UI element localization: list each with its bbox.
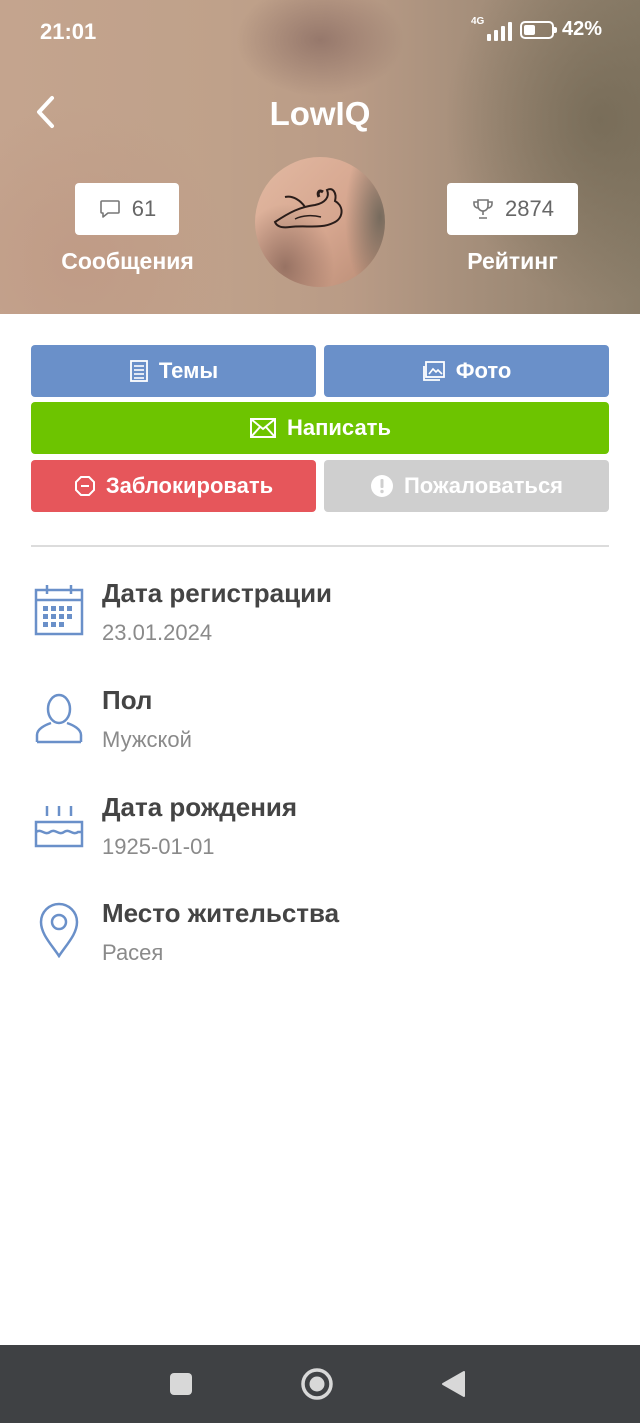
triangle-back-icon xyxy=(442,1371,465,1397)
avatar[interactable] xyxy=(255,157,385,287)
signal-icon: 4G xyxy=(470,15,512,41)
write-message-button[interactable]: Написать xyxy=(31,402,609,454)
trophy-icon xyxy=(473,199,493,219)
cake-icon xyxy=(34,806,84,848)
battery-icon xyxy=(519,20,557,39)
rating-button[interactable]: 2874 xyxy=(447,183,578,235)
photo-button[interactable]: Фото xyxy=(324,345,609,397)
registration-date-value: 23.01.2024 xyxy=(102,620,213,645)
home-button[interactable] xyxy=(300,1367,334,1406)
image-icon xyxy=(422,361,445,381)
user-icon xyxy=(35,693,83,744)
stop-octagon-icon xyxy=(74,476,95,496)
status-icons: 4G 42% xyxy=(470,15,602,41)
rating-value: 2874 xyxy=(505,196,554,221)
topics-button[interactable]: Темы xyxy=(31,345,316,397)
home-circle-icon xyxy=(301,1368,333,1400)
calendar-icon xyxy=(34,585,84,636)
messages-count-button[interactable]: 61 xyxy=(75,183,179,235)
comment-icon xyxy=(99,200,120,218)
status-bar: 21:01 4G 42% xyxy=(0,0,640,64)
network-type: 4G xyxy=(470,15,485,27)
messages-label: Сообщения xyxy=(61,248,194,274)
topics-label: Темы xyxy=(158,358,219,383)
report-button[interactable]: Пожаловаться xyxy=(324,460,609,512)
navigation-bar xyxy=(0,1345,640,1423)
info-row-registration: Дата регистрации 23.01.2024 xyxy=(31,578,609,668)
birthdate-label: Дата рождения xyxy=(102,792,298,822)
divider xyxy=(31,545,609,547)
exclamation-circle-icon xyxy=(370,475,393,497)
report-label: Пожаловаться xyxy=(403,473,564,498)
messages-count: 61 xyxy=(131,196,157,221)
battery-percent: 42% xyxy=(561,18,602,40)
gender-value: Мужской xyxy=(102,727,192,752)
location-label: Место жительства xyxy=(102,898,340,928)
birthdate-value: 1925-01-01 xyxy=(102,834,215,859)
page-title: LowIQ xyxy=(269,95,371,132)
block-label: Заблокировать xyxy=(105,473,274,498)
status-time: 21:01 xyxy=(40,19,97,44)
location-value: Расея xyxy=(102,940,164,965)
info-row-gender: Пол Мужской xyxy=(31,685,609,775)
document-icon xyxy=(129,360,148,382)
recents-button[interactable] xyxy=(168,1371,194,1402)
envelope-icon xyxy=(250,418,276,438)
rating-label: Рейтинг xyxy=(467,248,558,274)
back-nav-button[interactable] xyxy=(440,1370,466,1403)
registration-date-label: Дата регистрации xyxy=(102,578,333,608)
block-button[interactable]: Заблокировать xyxy=(31,460,316,512)
profile-header: 21:01 4G 42% LowIQ 61 Сообщения 2874 Рей… xyxy=(0,0,640,314)
gender-label: Пол xyxy=(102,685,153,715)
write-label: Написать xyxy=(287,415,391,440)
tattoo-drawing xyxy=(273,188,343,229)
location-pin-icon xyxy=(39,902,79,958)
info-row-location: Место жительства Расея xyxy=(31,898,609,988)
photo-label: Фото xyxy=(455,358,512,383)
info-row-birthdate: Дата рождения 1925-01-01 xyxy=(31,792,609,882)
square-icon xyxy=(170,1373,192,1395)
